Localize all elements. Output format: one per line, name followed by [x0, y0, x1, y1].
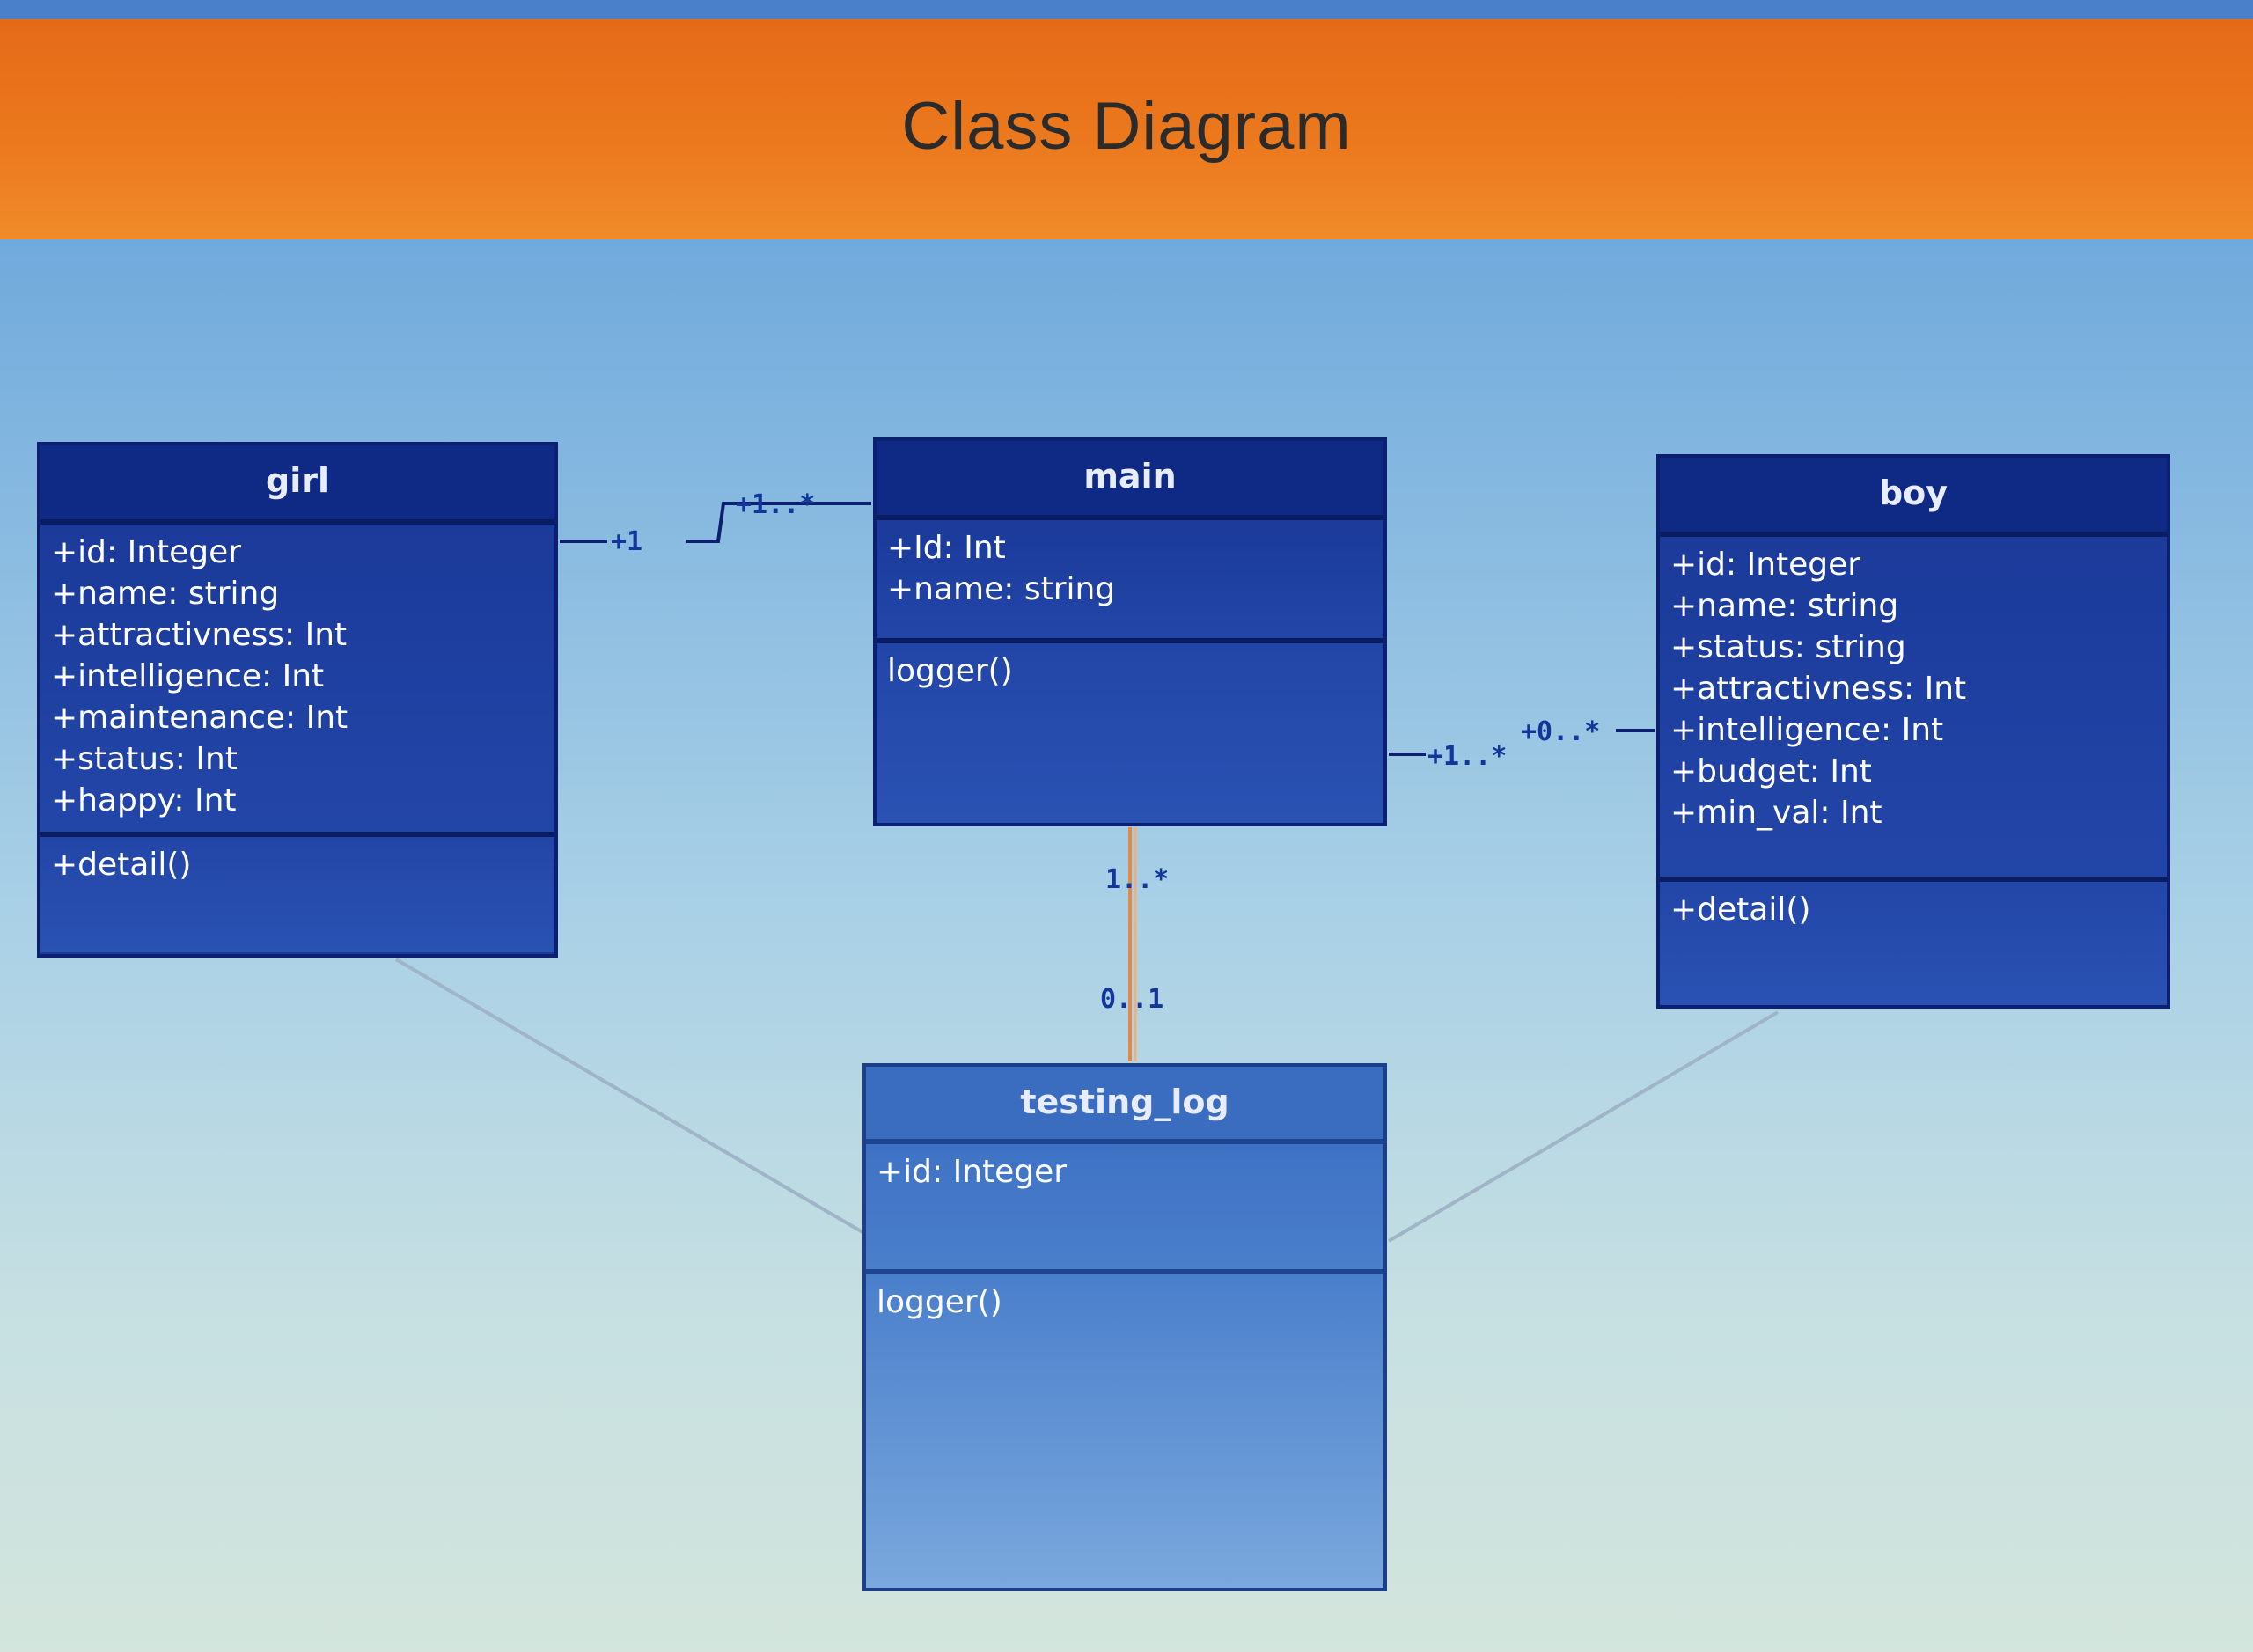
- attribute-list: +id: Integer: [866, 1144, 1383, 1274]
- main-testing-main-multiplicity: 1..*: [1105, 864, 1170, 895]
- method: +detail(): [51, 847, 192, 883]
- attribute-list: +id: Integer +name: string +status: stri…: [1660, 537, 2167, 882]
- class-name: girl: [40, 445, 554, 525]
- boy-end-multiplicity: +0..*: [1521, 716, 1601, 747]
- method: logger(): [887, 653, 1013, 689]
- attribute: +name: string: [887, 571, 1116, 607]
- method-list: logger(): [866, 1274, 1383, 1588]
- class-girl[interactable]: girl +id: Integer +name: string +attract…: [37, 442, 558, 958]
- main-testing-log-multiplicity: 0..1: [1100, 984, 1164, 1015]
- class-main[interactable]: main +Id: Int +name: string logger(): [873, 437, 1387, 826]
- attribute: +status: string: [1670, 629, 1906, 665]
- attribute: +min_val: Int: [1670, 795, 1882, 831]
- boy-testing-link: [1387, 1010, 1780, 1243]
- attribute-list: +Id: Int +name: string: [877, 520, 1383, 643]
- attribute: +id: Integer: [51, 534, 242, 570]
- attribute: +name: string: [1670, 588, 1899, 624]
- class-testing-log[interactable]: testing_log +id: Integer logger(): [862, 1063, 1387, 1591]
- attribute: +happy: Int: [51, 782, 237, 819]
- attribute-list: +id: Integer +name: string +attractivnes…: [40, 525, 554, 837]
- class-name: boy: [1660, 458, 2167, 537]
- attribute: +Id: Int: [887, 530, 1006, 566]
- class-name: testing_log: [866, 1067, 1383, 1144]
- class-name: main: [877, 441, 1383, 520]
- girl-testing-link: [394, 958, 864, 1234]
- method-list: +detail(): [40, 837, 554, 952]
- girl-end-multiplicity: +1: [611, 526, 643, 557]
- method: +detail(): [1670, 892, 1811, 928]
- class-boy[interactable]: boy +id: Integer +name: string +status: …: [1656, 454, 2170, 1009]
- attribute: +intelligence: Int: [1670, 712, 1944, 748]
- attribute: +status: Int: [51, 741, 238, 777]
- attribute: +name: string: [51, 576, 280, 612]
- method-list: +detail(): [1660, 882, 2167, 1005]
- attribute: +intelligence: Int: [51, 658, 325, 694]
- attribute: +budget: Int: [1670, 753, 1872, 789]
- method: logger(): [877, 1284, 1002, 1320]
- attribute: +attractivness: Int: [51, 617, 348, 653]
- method-list: logger(): [877, 643, 1383, 823]
- attribute: +id: Integer: [1670, 547, 1861, 583]
- main-end-multiplicity-left: +1..*: [736, 489, 816, 520]
- attribute: +maintenance: Int: [51, 700, 349, 736]
- attribute: +attractivness: Int: [1670, 671, 1967, 707]
- main-end-multiplicity-right: +1..*: [1427, 741, 1508, 772]
- attribute: +id: Integer: [877, 1154, 1068, 1190]
